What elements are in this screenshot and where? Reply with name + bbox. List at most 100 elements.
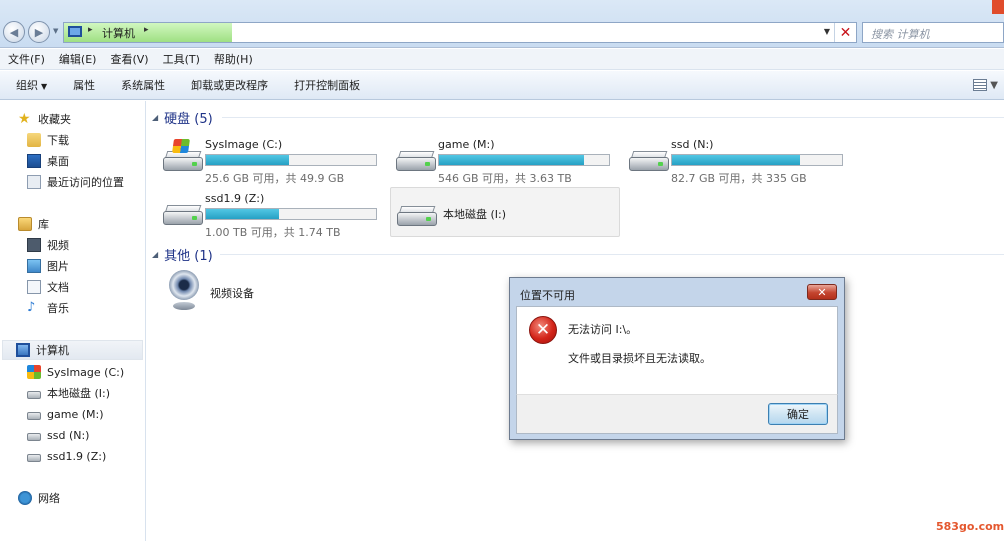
menu-help[interactable]: 帮助(H) [214,51,253,67]
dialog-title: 位置不可用 [520,289,575,302]
drive-tile-c[interactable]: SysImage (C:) 25.6 GB 可用，共 49.9 GB [155,135,385,185]
library-icon [18,217,32,231]
ok-button[interactable]: 确定 [768,403,828,425]
address-history-dropdown-icon[interactable]: ▼ [824,27,830,36]
open-control-panel-button[interactable]: 打开控制面板 [294,77,360,93]
nav-item-videos[interactable]: 视频 [27,235,69,255]
forward-button[interactable]: ▶ [28,21,50,43]
address-breadcrumb[interactable]: ▸ 计算机 ▸ [64,23,232,42]
nav-item-downloads[interactable]: 下载 [27,130,69,150]
nav-item-documents[interactable]: 文档 [27,277,69,297]
drive-tile-n[interactable]: ssd (N:) 82.7 GB 可用，共 335 GB [621,135,851,185]
computer-icon [16,343,30,357]
pictures-icon [27,259,41,273]
hard-drive-icon [27,390,41,399]
nav-item-pictures[interactable]: 图片 [27,256,69,276]
navigation-pane: ★ 收藏夹 下载 桌面 最近访问的位置 库 视频 图片 文档 ♪ 音乐 计算机 Sy… [0,101,146,541]
section-title: 硬盘 (5) [164,111,213,127]
nav-item-label: 最近访问的位置 [47,176,124,189]
nav-favorites-label: 收藏夹 [38,113,71,126]
menu-bar: 文件(F) 编辑(E) 查看(V) 工具(T) 帮助(H) [0,49,1004,70]
drive-space-info: 82.7 GB 可用，共 335 GB [671,172,807,185]
error-icon: ✕ [529,316,557,344]
collapse-triangle-icon[interactable]: ◢ [152,113,158,122]
nav-computer-label: 计算机 [36,344,69,357]
uninstall-program-button[interactable]: 卸载或更改程序 [191,77,268,93]
menu-file[interactable]: 文件(F) [8,51,45,67]
drive-tile-z[interactable]: ssd1.9 (Z:) 1.00 TB 可用，共 1.74 TB [155,189,385,239]
properties-button[interactable]: 属性 [73,77,95,93]
breadcrumb-arrow-icon[interactable]: ▸ [144,25,149,35]
dialog-message: 无法访问 I:\。 [568,323,638,336]
collapse-triangle-icon[interactable]: ◢ [152,250,158,259]
recent-pages-dropdown-icon[interactable]: ▼ [53,27,58,35]
nav-item-desktop[interactable]: 桌面 [27,151,69,171]
computer-icon [68,26,82,37]
documents-icon [27,280,41,294]
hard-drive-icon [163,203,203,225]
system-drive-icon [27,365,41,379]
hard-drive-icon [629,149,669,171]
breadcrumb-arrow-icon[interactable]: ▸ [88,25,93,35]
nav-item-drive-i[interactable]: 本地磁盘 (I:) [27,383,110,403]
drive-name: game (M:) [438,138,495,151]
nav-item-label: 本地磁盘 (I:) [47,387,111,400]
close-icon: ✕ [817,285,827,299]
breadcrumb-computer[interactable]: 计算机 [102,25,135,41]
nav-item-drive-n[interactable]: ssd (N:) [27,425,89,445]
usage-bar [671,154,843,166]
music-note-icon: ♪ [27,300,36,315]
change-view-button[interactable]: ▼ [973,79,998,91]
dialog-body: ✕ 无法访问 I:\。 文件或目录损坏且无法读取。 [516,306,838,394]
system-properties-button[interactable]: 系统属性 [121,77,165,93]
usage-bar-fill [206,209,280,219]
nav-item-music[interactable]: ♪ 音乐 [27,298,69,318]
nav-favorites[interactable]: ★ 收藏夹 [18,109,71,129]
hard-drive-icon [27,411,41,420]
nav-libraries[interactable]: 库 [18,214,49,234]
recent-places-icon [27,175,41,189]
nav-network[interactable]: 网络 [18,488,60,508]
search-input[interactable]: 搜索 计算机 [862,22,1004,43]
network-globe-icon [18,491,32,505]
nav-item-label: 视频 [47,239,69,252]
view-details-icon [973,79,988,91]
section-divider [220,254,1004,255]
video-device-label[interactable]: 视频设备 [210,285,254,301]
drive-name: ssd1.9 (Z:) [205,192,265,205]
nav-computer[interactable]: 计算机 [2,340,143,360]
drive-tile-i[interactable]: 本地磁盘 (I:) [390,187,620,237]
stop-icon[interactable]: ✕ [834,23,856,42]
menu-view[interactable]: 查看(V) [110,51,148,67]
address-field[interactable]: ▸ 计算机 ▸ ▼ ✕ [63,22,857,43]
nav-network-label: 网络 [38,492,60,505]
organize-label: 组织 [16,79,38,92]
menu-tools[interactable]: 工具(T) [163,51,200,67]
nav-item-drive-m[interactable]: game (M:) [27,404,103,424]
webcam-icon[interactable] [167,270,201,312]
nav-item-recent-places[interactable]: 最近访问的位置 [27,172,124,192]
dialog-close-button[interactable]: ✕ [807,284,837,300]
back-button[interactable]: ◀ [3,21,25,43]
usage-bar-fill [439,155,584,165]
nav-item-drive-z[interactable]: ssd1.9 (Z:) [27,446,106,466]
nav-item-label: game (M:) [47,407,104,421]
section-title: 其他 (1) [164,248,213,264]
drive-name: ssd (N:) [671,138,714,151]
drive-space-info: 1.00 TB 可用，共 1.74 TB [205,226,341,239]
drive-tile-m[interactable]: game (M:) 546 GB 可用，共 3.63 TB [388,135,618,185]
chevron-down-icon: ▼ [990,80,998,91]
watermark-corner-logo [992,0,1004,14]
section-hard-disks[interactable]: ◢ 硬盘 (5) [152,109,213,127]
section-other[interactable]: ◢ 其他 (1) [152,246,213,264]
command-bar: 组织 ▼ 属性 系统属性 卸载或更改程序 打开控制面板 ▼ [0,71,1004,100]
nav-item-drive-c[interactable]: SysImage (C:) [27,362,124,382]
menu-edit[interactable]: 编辑(E) [59,51,97,67]
nav-item-label: 音乐 [47,302,69,315]
desktop-icon [27,154,41,168]
nav-item-label: 下载 [47,134,69,147]
organize-button[interactable]: 组织 ▼ [16,77,47,93]
error-dialog: 位置不可用 ✕ ✕ 无法访问 I:\。 文件或目录损坏且无法读取。 确定 [509,277,845,440]
hard-drive-icon [397,204,437,226]
nav-item-label: 图片 [47,260,69,273]
